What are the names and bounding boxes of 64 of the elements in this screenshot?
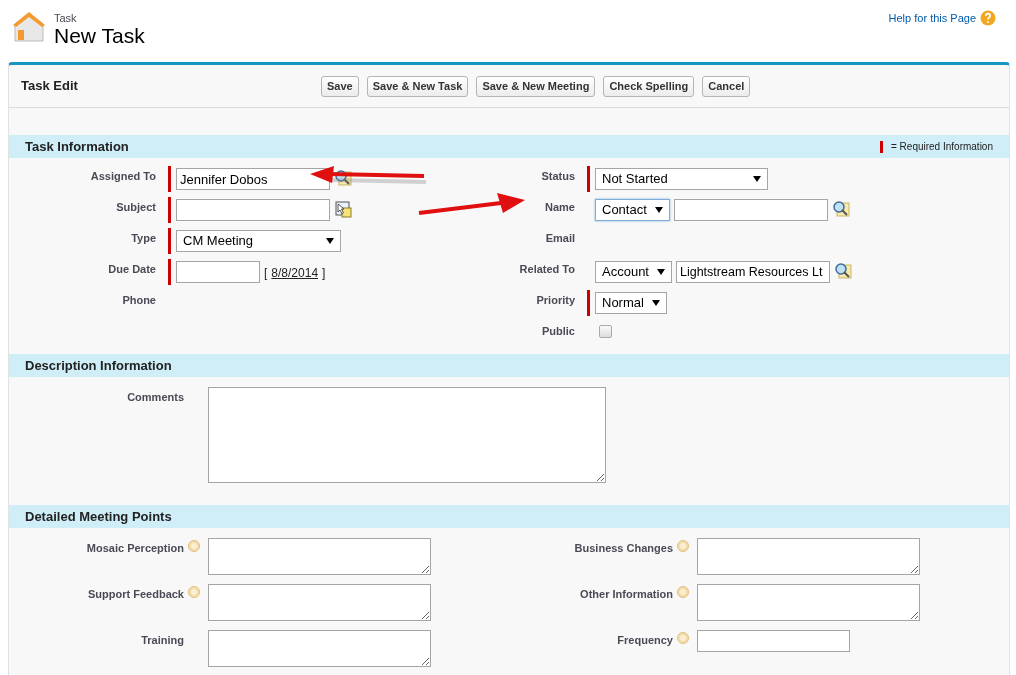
section-header: Description Information xyxy=(25,357,172,374)
text-area[interactable] xyxy=(697,584,920,621)
caret-icon xyxy=(657,269,665,275)
text-area[interactable] xyxy=(208,630,431,667)
dropdown[interactable]: CM Meeting xyxy=(176,230,341,252)
section-header: Detailed Meeting Points xyxy=(25,508,172,525)
field-label: Public xyxy=(542,324,575,339)
lookup-icon[interactable] xyxy=(834,262,852,280)
field-label: Other Information xyxy=(580,587,673,602)
field-label: Business Changes xyxy=(574,541,673,556)
text-input[interactable] xyxy=(176,199,330,221)
field-label: Name xyxy=(545,200,575,215)
caret-icon xyxy=(654,207,663,213)
field-label: Related To xyxy=(519,262,575,277)
field-label: Training xyxy=(141,633,184,648)
bracket: [ xyxy=(264,265,268,282)
help-link[interactable]: Help for this Page xyxy=(888,10,976,27)
field-label: Support Feedback xyxy=(88,587,184,602)
date-input[interactable] xyxy=(176,261,260,283)
house-icon xyxy=(12,10,46,44)
field-label: Email xyxy=(545,231,575,246)
section-title: Task Edit xyxy=(21,78,79,94)
text-input[interactable]: Lightstream Resources Lt xyxy=(676,261,830,283)
object-type-label: Task xyxy=(54,12,78,24)
dropdown[interactable]: Normal xyxy=(595,292,667,314)
legend-text: = Required Information xyxy=(891,140,993,154)
field-label: Comments xyxy=(127,390,184,405)
text-input[interactable]: Jennifer Dobos xyxy=(176,168,330,190)
toolbar-button[interactable]: Cancel xyxy=(702,75,751,97)
dropdown[interactable]: Not Started xyxy=(595,168,768,190)
field-label: Priority xyxy=(536,293,575,308)
text-area[interactable] xyxy=(208,538,431,575)
caret-icon xyxy=(651,300,660,306)
field-label: Due Date xyxy=(108,262,156,277)
toolbar-button[interactable]: Save xyxy=(321,75,359,97)
text-area[interactable] xyxy=(208,584,431,621)
text-input[interactable] xyxy=(697,630,850,652)
text-area[interactable] xyxy=(697,538,920,575)
field-label: Status xyxy=(541,169,575,184)
page-title: New Task xyxy=(54,24,145,48)
text-area[interactable] xyxy=(208,387,606,483)
dropdown[interactable]: Account xyxy=(595,261,672,283)
caret-icon xyxy=(326,238,334,244)
text-input[interactable] xyxy=(673,199,828,221)
checkbox[interactable] xyxy=(599,325,612,338)
toolbar-button[interactable]: Save & New Meeting xyxy=(476,75,596,97)
field-label: Assigned To xyxy=(90,169,156,184)
caret-icon xyxy=(753,176,761,182)
toolbar-button[interactable]: Save & New Task xyxy=(366,75,469,97)
lookup-icon[interactable] xyxy=(831,200,850,218)
field-label: Phone xyxy=(122,293,156,308)
field-label: Type xyxy=(131,231,156,246)
field-label: Frequency xyxy=(617,633,673,648)
picklist-icon[interactable] xyxy=(334,200,352,218)
lookup-icon[interactable] xyxy=(334,169,352,187)
dropdown[interactable]: Contact xyxy=(595,199,670,221)
section-header: Task Information xyxy=(25,138,129,155)
help-icon[interactable] xyxy=(980,10,996,26)
date-link[interactable]: 8/8/2014 xyxy=(271,264,319,282)
bracket: ] xyxy=(322,265,326,282)
field-label: Subject xyxy=(116,200,156,215)
required-marker xyxy=(880,140,883,153)
toolbar-button[interactable]: Check Spelling xyxy=(603,75,695,97)
field-label: Mosaic Perception xyxy=(86,541,184,556)
